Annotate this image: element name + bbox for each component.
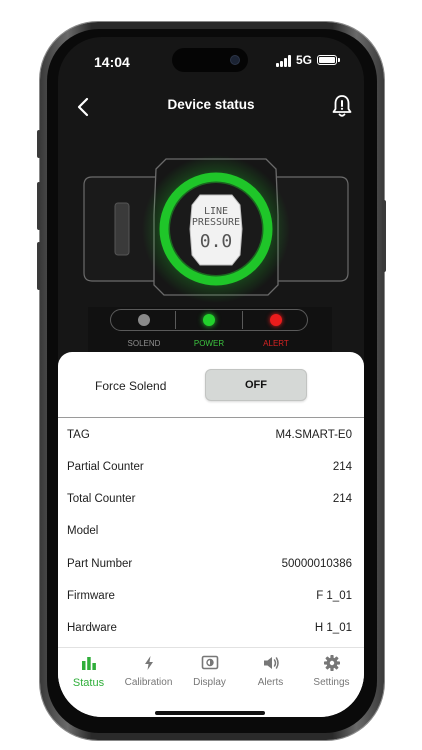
info-value: F 1_01 — [316, 590, 352, 602]
gear-icon — [323, 655, 340, 671]
info-row-partial-counter: Partial Counter 214 — [67, 457, 352, 477]
info-value: 50000010386 — [281, 558, 352, 570]
alert-label: ALERT — [263, 339, 289, 348]
nav-label: Status — [72, 677, 105, 689]
nav-label: Alerts — [257, 677, 284, 688]
action-button — [37, 130, 41, 158]
info-row-firmware: Firmware F 1_01 — [67, 586, 352, 606]
lcd-line-1: LINE — [203, 206, 229, 217]
status-time: 14:04 — [94, 54, 130, 70]
nav-display[interactable]: Display — [179, 655, 240, 688]
nav-label: Display — [193, 677, 226, 688]
info-row-part-number: Part Number 50000010386 — [67, 554, 352, 574]
battery-tip — [338, 58, 340, 62]
info-row-model: Model — [67, 521, 352, 541]
info-row-total-counter: Total Counter 214 — [67, 489, 352, 509]
lightning-icon — [144, 656, 153, 670]
info-label: Total Counter — [67, 493, 136, 505]
info-label: TAG — [67, 429, 90, 441]
speaker-icon — [263, 657, 279, 669]
bell-alert-icon[interactable] — [330, 93, 354, 119]
screen: 14:04 5G Device status LINE PRESSURE 0.0… — [58, 37, 364, 717]
info-value: 214 — [332, 493, 352, 505]
camera — [230, 55, 240, 65]
nav-alerts[interactable]: Alerts — [240, 655, 301, 688]
network-type: 5G — [296, 53, 313, 67]
lcd-value: 0.0 — [199, 231, 233, 252]
nav-label: Settings — [313, 677, 350, 688]
solend-indicator-dot — [138, 314, 150, 326]
signal-icon — [276, 55, 292, 67]
info-label: Hardware — [67, 622, 117, 634]
info-row-hardware: Hardware H 1_01 — [67, 618, 352, 638]
volume-down-button — [37, 242, 41, 290]
force-solend-label: Force Solend — [95, 379, 167, 393]
info-row-tag: TAG M4.SMART-E0 — [67, 425, 352, 445]
power-indicator-dot — [203, 314, 215, 326]
display-icon — [201, 655, 218, 670]
info-label: Model — [67, 525, 99, 537]
indicator-divider — [175, 311, 176, 329]
volume-up-button — [37, 182, 41, 230]
page-title: Device status — [167, 97, 255, 112]
home-indicator[interactable] — [155, 711, 265, 715]
bar-chart-icon — [81, 657, 96, 670]
force-solend-toggle[interactable]: OFF — [205, 369, 307, 401]
info-label: Firmware — [67, 590, 115, 602]
indicator-divider — [242, 311, 243, 329]
info-label: Part Number — [67, 558, 133, 570]
info-value: 214 — [332, 461, 352, 473]
divider — [58, 417, 364, 418]
nav-calibration[interactable]: Calibration — [118, 655, 179, 688]
info-value: M4.SMART-E0 — [275, 429, 352, 441]
nav-settings[interactable]: Settings — [301, 655, 362, 688]
solend-label: SOLEND — [127, 339, 161, 348]
device-illustration — [83, 155, 349, 303]
nav-status[interactable]: Status — [58, 655, 119, 689]
info-label: Partial Counter — [67, 461, 144, 473]
alert-indicator-dot — [270, 314, 282, 326]
power-label: POWER — [193, 339, 225, 348]
info-value: H 1_01 — [314, 622, 352, 634]
nav-label: Calibration — [124, 677, 173, 688]
power-button — [382, 200, 386, 272]
lcd-line-2: PRESSURE — [191, 217, 241, 228]
battery-icon — [317, 55, 337, 65]
